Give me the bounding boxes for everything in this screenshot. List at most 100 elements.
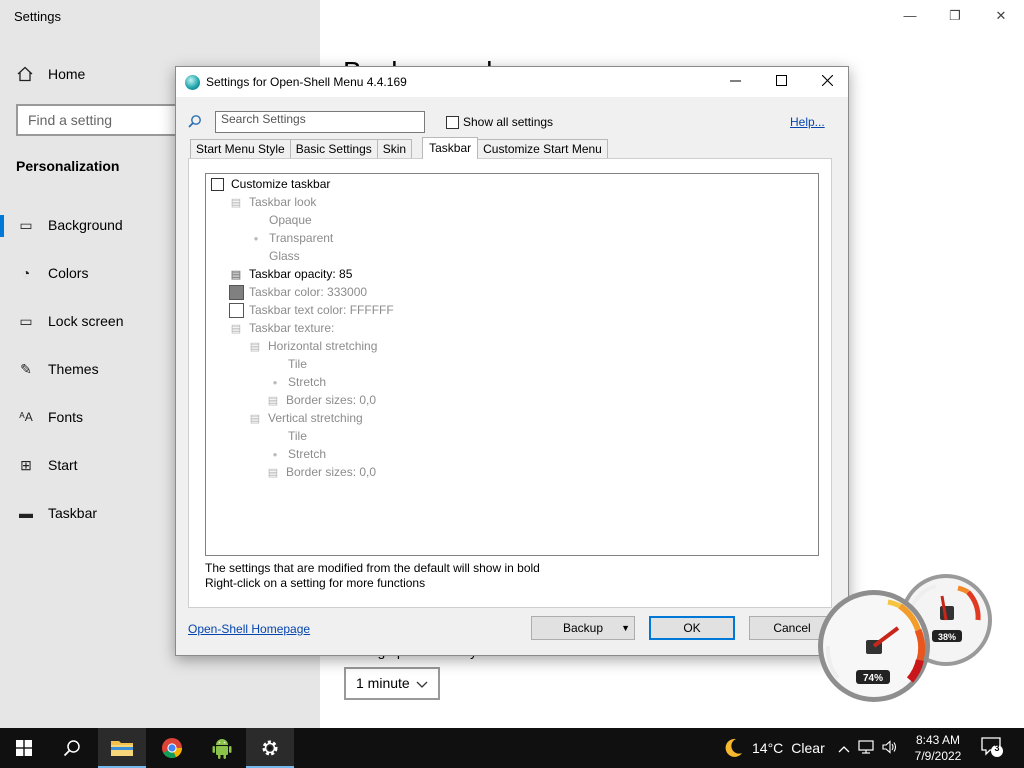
tree-item-horizontal-stretching[interactable]: ▤ Horizontal stretching <box>248 337 378 355</box>
start-button[interactable] <box>0 728 48 768</box>
start-icon: ⊞ <box>20 456 32 473</box>
tree-item-v-stretch[interactable]: ● Stretch <box>268 445 326 463</box>
tree-item-label: Stretch <box>288 375 327 389</box>
tab-strip: Start Menu Style Basic Settings Skin Tas… <box>190 137 608 159</box>
tree-item-v-tile[interactable]: Tile <box>268 427 307 445</box>
tree-item-opaque[interactable]: Opaque <box>249 211 312 229</box>
chevron-up-icon[interactable] <box>838 741 850 756</box>
tab-start-menu-style[interactable]: Start Menu Style <box>190 139 291 159</box>
tree-item-label: Taskbar text color: FFFFFF <box>249 303 394 317</box>
tree-item-label: Customize taskbar <box>231 177 331 191</box>
tree-item-label: Transparent <box>269 231 334 245</box>
settings-restore-button[interactable]: ❐ <box>932 4 978 28</box>
tree-item-transparent[interactable]: ● Transparent <box>249 229 334 247</box>
cpu-percent: 74% <box>863 673 883 684</box>
tree-item-label: Tile <box>288 357 307 371</box>
maximize-icon <box>775 75 787 86</box>
tree-item-taskbar-color[interactable]: Taskbar color: 333000 <box>229 283 367 301</box>
tab-basic-settings[interactable]: Basic Settings <box>289 139 378 159</box>
weather-widget[interactable]: 14°C Clear <box>722 728 825 768</box>
chrome-button[interactable] <box>148 728 196 768</box>
minimize-icon <box>729 80 741 82</box>
tree-item-label: Vertical stretching <box>268 411 363 425</box>
settings-minimize-button[interactable]: — <box>887 4 933 28</box>
taskbar-tab-panel: Customize taskbar ▤ Taskbar look Opaque … <box>188 158 832 608</box>
checkbox-box[interactable] <box>446 115 459 129</box>
tab-customize-start-menu[interactable]: Customize Start Menu <box>477 139 608 159</box>
settings-close-button[interactable]: ✕ <box>978 4 1024 28</box>
tree-item-label: Glass <box>269 249 300 263</box>
tree-item-taskbar-texture[interactable]: ▤ Taskbar texture: <box>229 319 335 337</box>
moon-icon <box>725 738 742 757</box>
open-shell-homepage-link[interactable]: Open-Shell Homepage <box>188 622 310 636</box>
backup-button[interactable]: Backup ▼ <box>531 616 635 640</box>
network-icon[interactable] <box>858 739 874 757</box>
tab-taskbar[interactable]: Taskbar <box>422 137 479 159</box>
notification-count: 3 <box>994 743 1000 753</box>
settings-gear-icon <box>262 740 278 756</box>
dialog-close-button[interactable] <box>804 67 850 97</box>
interval-dropdown[interactable]: 1 minute <box>344 667 440 700</box>
color-swatch[interactable] <box>229 284 244 300</box>
cpu-meter-gadget[interactable]: 38% 74% <box>818 570 994 706</box>
radio-empty-icon <box>249 213 263 227</box>
tree-item-vertical-stretching[interactable]: ▤ Vertical stretching <box>248 409 363 427</box>
dialog-maximize-button[interactable] <box>758 67 804 97</box>
tree-item-v-border-sizes[interactable]: ▤ Border sizes: 0,0 <box>266 463 376 481</box>
search-settings-input[interactable]: Search Settings <box>215 111 425 133</box>
sidebar-item-label: Fonts <box>48 409 84 425</box>
sidebar-item-label: Colors <box>48 265 89 281</box>
radio-selected-icon: ● <box>272 449 278 459</box>
close-icon <box>821 74 833 87</box>
radio-selected-icon: ● <box>272 377 278 387</box>
tree-item-h-stretch[interactable]: ● Stretch <box>268 373 326 391</box>
settings-doc-icon: ▤ <box>230 322 242 335</box>
tree-item-customize-taskbar[interactable]: Customize taskbar <box>211 175 330 193</box>
image-icon: ▭ <box>19 216 33 233</box>
radio-empty-icon <box>268 357 282 371</box>
sidebar-item-label: Start <box>48 457 78 473</box>
tree-item-taskbar-opacity[interactable]: ▤ Taskbar opacity: 85 <box>229 265 353 283</box>
sidebar-item-label: Themes <box>48 361 99 377</box>
search-button[interactable] <box>48 728 96 768</box>
sidebar-item-label: Background <box>48 217 123 233</box>
tree-item-label: Opaque <box>269 213 312 227</box>
color-swatch[interactable] <box>229 302 244 318</box>
notification-center-button[interactable]: 3 <box>980 736 1004 758</box>
palette-icon: ◔ <box>21 265 31 281</box>
tree-item-glass[interactable]: Glass <box>249 247 300 265</box>
search-icon <box>63 740 80 757</box>
clock-date: 7/9/2022 <box>914 749 962 763</box>
show-all-settings-checkbox[interactable]: Show all settings <box>446 115 553 129</box>
home-nav-item[interactable]: Home <box>16 62 85 86</box>
android-app-button[interactable] <box>198 728 246 768</box>
help-link[interactable]: Help... <box>790 115 825 129</box>
open-shell-settings-dialog: Settings for Open-Shell Menu 4.4.169 Sea… <box>175 66 849 656</box>
chevron-down-icon <box>416 681 428 688</box>
file-explorer-button[interactable] <box>98 728 146 768</box>
checkbox-box[interactable] <box>211 177 224 191</box>
tree-item-label: Taskbar color: 333000 <box>249 285 368 299</box>
chrome-icon <box>162 738 183 759</box>
settings-app-button[interactable] <box>246 728 294 768</box>
taskbar-icon: ▬ <box>19 505 33 521</box>
home-label: Home <box>48 66 86 82</box>
android-icon <box>212 739 232 759</box>
volume-icon[interactable] <box>882 739 898 757</box>
system-clock[interactable]: 8:43 AM 7/9/2022 <box>906 732 970 764</box>
radio-empty-icon <box>268 429 282 443</box>
dialog-minimize-button[interactable] <box>712 67 758 97</box>
tree-item-label: Border sizes: 0,0 <box>286 393 377 407</box>
ok-button[interactable]: OK <box>649 616 735 640</box>
tree-item-h-tile[interactable]: Tile <box>268 355 307 373</box>
tree-item-taskbar-text-color[interactable]: Taskbar text color: FFFFFF <box>229 301 394 319</box>
tree-item-h-border-sizes[interactable]: ▤ Border sizes: 0,0 <box>266 391 376 409</box>
weather-temperature: 14°C <box>752 740 784 756</box>
settings-tree[interactable]: Customize taskbar ▤ Taskbar look Opaque … <box>205 173 819 556</box>
tree-item-taskbar-look[interactable]: ▤ Taskbar look <box>229 193 317 211</box>
settings-doc-icon: ▤ <box>230 268 242 281</box>
radio-selected-icon: ● <box>253 233 259 243</box>
dialog-titlebar[interactable]: Settings for Open-Shell Menu 4.4.169 <box>176 67 848 97</box>
tab-skin[interactable]: Skin <box>376 139 413 159</box>
tree-item-label: Stretch <box>288 447 327 461</box>
